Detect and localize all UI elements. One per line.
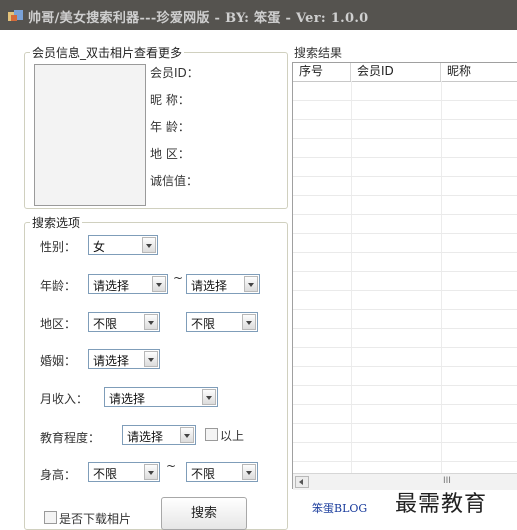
- chevron-down-icon[interactable]: [244, 276, 258, 292]
- chevron-down-icon[interactable]: [144, 314, 158, 330]
- search-button[interactable]: 搜索: [161, 497, 247, 530]
- height-to-select[interactable]: 不限: [186, 462, 258, 482]
- chevron-down-icon[interactable]: [152, 276, 166, 292]
- age-to-select[interactable]: 请选择: [186, 274, 260, 294]
- chevron-down-icon[interactable]: [144, 464, 158, 480]
- height-label: 身高：: [40, 468, 77, 482]
- region-city-value: 不限: [191, 317, 216, 331]
- member-id-label: 会员ID：: [150, 66, 199, 80]
- education-select[interactable]: 请选择: [122, 425, 196, 445]
- blog-link[interactable]: 笨蛋BLOG: [312, 500, 367, 516]
- chevron-down-icon[interactable]: [242, 464, 256, 480]
- marriage-label: 婚姻：: [40, 354, 77, 368]
- region-province-select[interactable]: 不限: [88, 312, 160, 332]
- member-photo[interactable]: [34, 64, 146, 206]
- education-label: 教育程度：: [40, 431, 101, 445]
- gender-select[interactable]: 女: [88, 235, 158, 255]
- age-label: 年龄：: [40, 279, 77, 293]
- grid-row-line: [293, 442, 517, 443]
- grid-row-line: [293, 214, 517, 215]
- results-header: 序号 会员ID 昵称: [293, 63, 517, 82]
- chevron-down-icon[interactable]: [180, 427, 194, 443]
- grid-row-line: [293, 233, 517, 234]
- chevron-down-icon[interactable]: [142, 237, 156, 253]
- grid-row-line: [293, 271, 517, 272]
- search-options-title: 搜索选项: [30, 214, 83, 231]
- region-city-select[interactable]: 不限: [186, 312, 258, 332]
- grid-column-line: [351, 81, 352, 473]
- marriage-select[interactable]: 请选择: [88, 349, 160, 369]
- chevron-down-icon[interactable]: [202, 389, 216, 405]
- age-to-value: 请选择: [191, 279, 228, 293]
- column-member-id[interactable]: 会员ID: [351, 63, 441, 81]
- download-photos-label: 是否下载相片: [59, 512, 132, 526]
- education-value: 请选择: [127, 430, 164, 444]
- chevron-down-icon[interactable]: [144, 351, 158, 367]
- age-from-value: 请选择: [93, 279, 130, 293]
- age-range-separator: ~: [173, 271, 184, 285]
- income-select[interactable]: 请选择: [104, 387, 218, 407]
- age-info-label: 年 龄：: [150, 120, 190, 134]
- age-from-select[interactable]: 请选择: [88, 274, 168, 294]
- grid-row-line: [293, 119, 517, 120]
- education-above-label: 以上: [220, 429, 245, 443]
- grid-row-line: [293, 366, 517, 367]
- grid-row-line: [293, 195, 517, 196]
- grid-row-line: [293, 290, 517, 291]
- grid-row-line: [293, 385, 517, 386]
- grid-row-line: [293, 404, 517, 405]
- scroll-grip[interactable]: III: [443, 476, 451, 486]
- height-to-value: 不限: [191, 467, 216, 481]
- income-value: 请选择: [109, 392, 146, 406]
- gender-label: 性别：: [40, 240, 77, 254]
- grid-row-line: [293, 347, 517, 348]
- window-title: 帅哥/美女搜索利器---珍爱网版 - BY: 笨蛋 - Ver: 1.0.0: [28, 11, 369, 26]
- arrow-left-icon[interactable]: [295, 476, 309, 488]
- grid-row-line: [293, 328, 517, 329]
- grid-row-line: [293, 309, 517, 310]
- watermark-text: 最需教育: [395, 492, 488, 517]
- height-from-value: 不限: [93, 467, 118, 481]
- income-label: 月收入：: [40, 392, 89, 406]
- results-list[interactable]: 序号 会员ID 昵称 III: [292, 62, 517, 490]
- education-above-checkbox[interactable]: [205, 428, 218, 441]
- column-index[interactable]: 序号: [293, 63, 351, 81]
- marriage-value: 请选择: [93, 354, 130, 368]
- grid-row-line: [293, 423, 517, 424]
- title-bar: 帅哥/美女搜索利器---珍爱网版 - BY: 笨蛋 - Ver: 1.0.0: [0, 0, 517, 30]
- grid-row-line: [293, 157, 517, 158]
- credit-label: 诚信值：: [150, 174, 199, 188]
- grid-row-line: [293, 252, 517, 253]
- column-nickname[interactable]: 昵称: [441, 63, 517, 81]
- region-province-value: 不限: [93, 317, 118, 331]
- download-photos-checkbox[interactable]: [44, 511, 57, 524]
- height-from-select[interactable]: 不限: [88, 462, 160, 482]
- region-info-label: 地 区：: [150, 147, 190, 161]
- member-info-title: 会员信息_双击相片查看更多: [30, 44, 185, 61]
- grid-row-line: [293, 138, 517, 139]
- search-options-group: [24, 222, 288, 530]
- height-range-separator: ~: [166, 459, 177, 473]
- grid-row-line: [293, 176, 517, 177]
- region-label: 地区：: [40, 317, 77, 331]
- app-icon: [8, 10, 23, 21]
- nickname-label: 昵 称：: [150, 93, 190, 107]
- results-title: 搜索结果: [294, 46, 343, 60]
- grid-row-line: [293, 461, 517, 462]
- gender-value: 女: [93, 240, 106, 254]
- chevron-down-icon[interactable]: [242, 314, 256, 330]
- grid-row-line: [293, 100, 517, 101]
- grid-column-line: [441, 81, 442, 473]
